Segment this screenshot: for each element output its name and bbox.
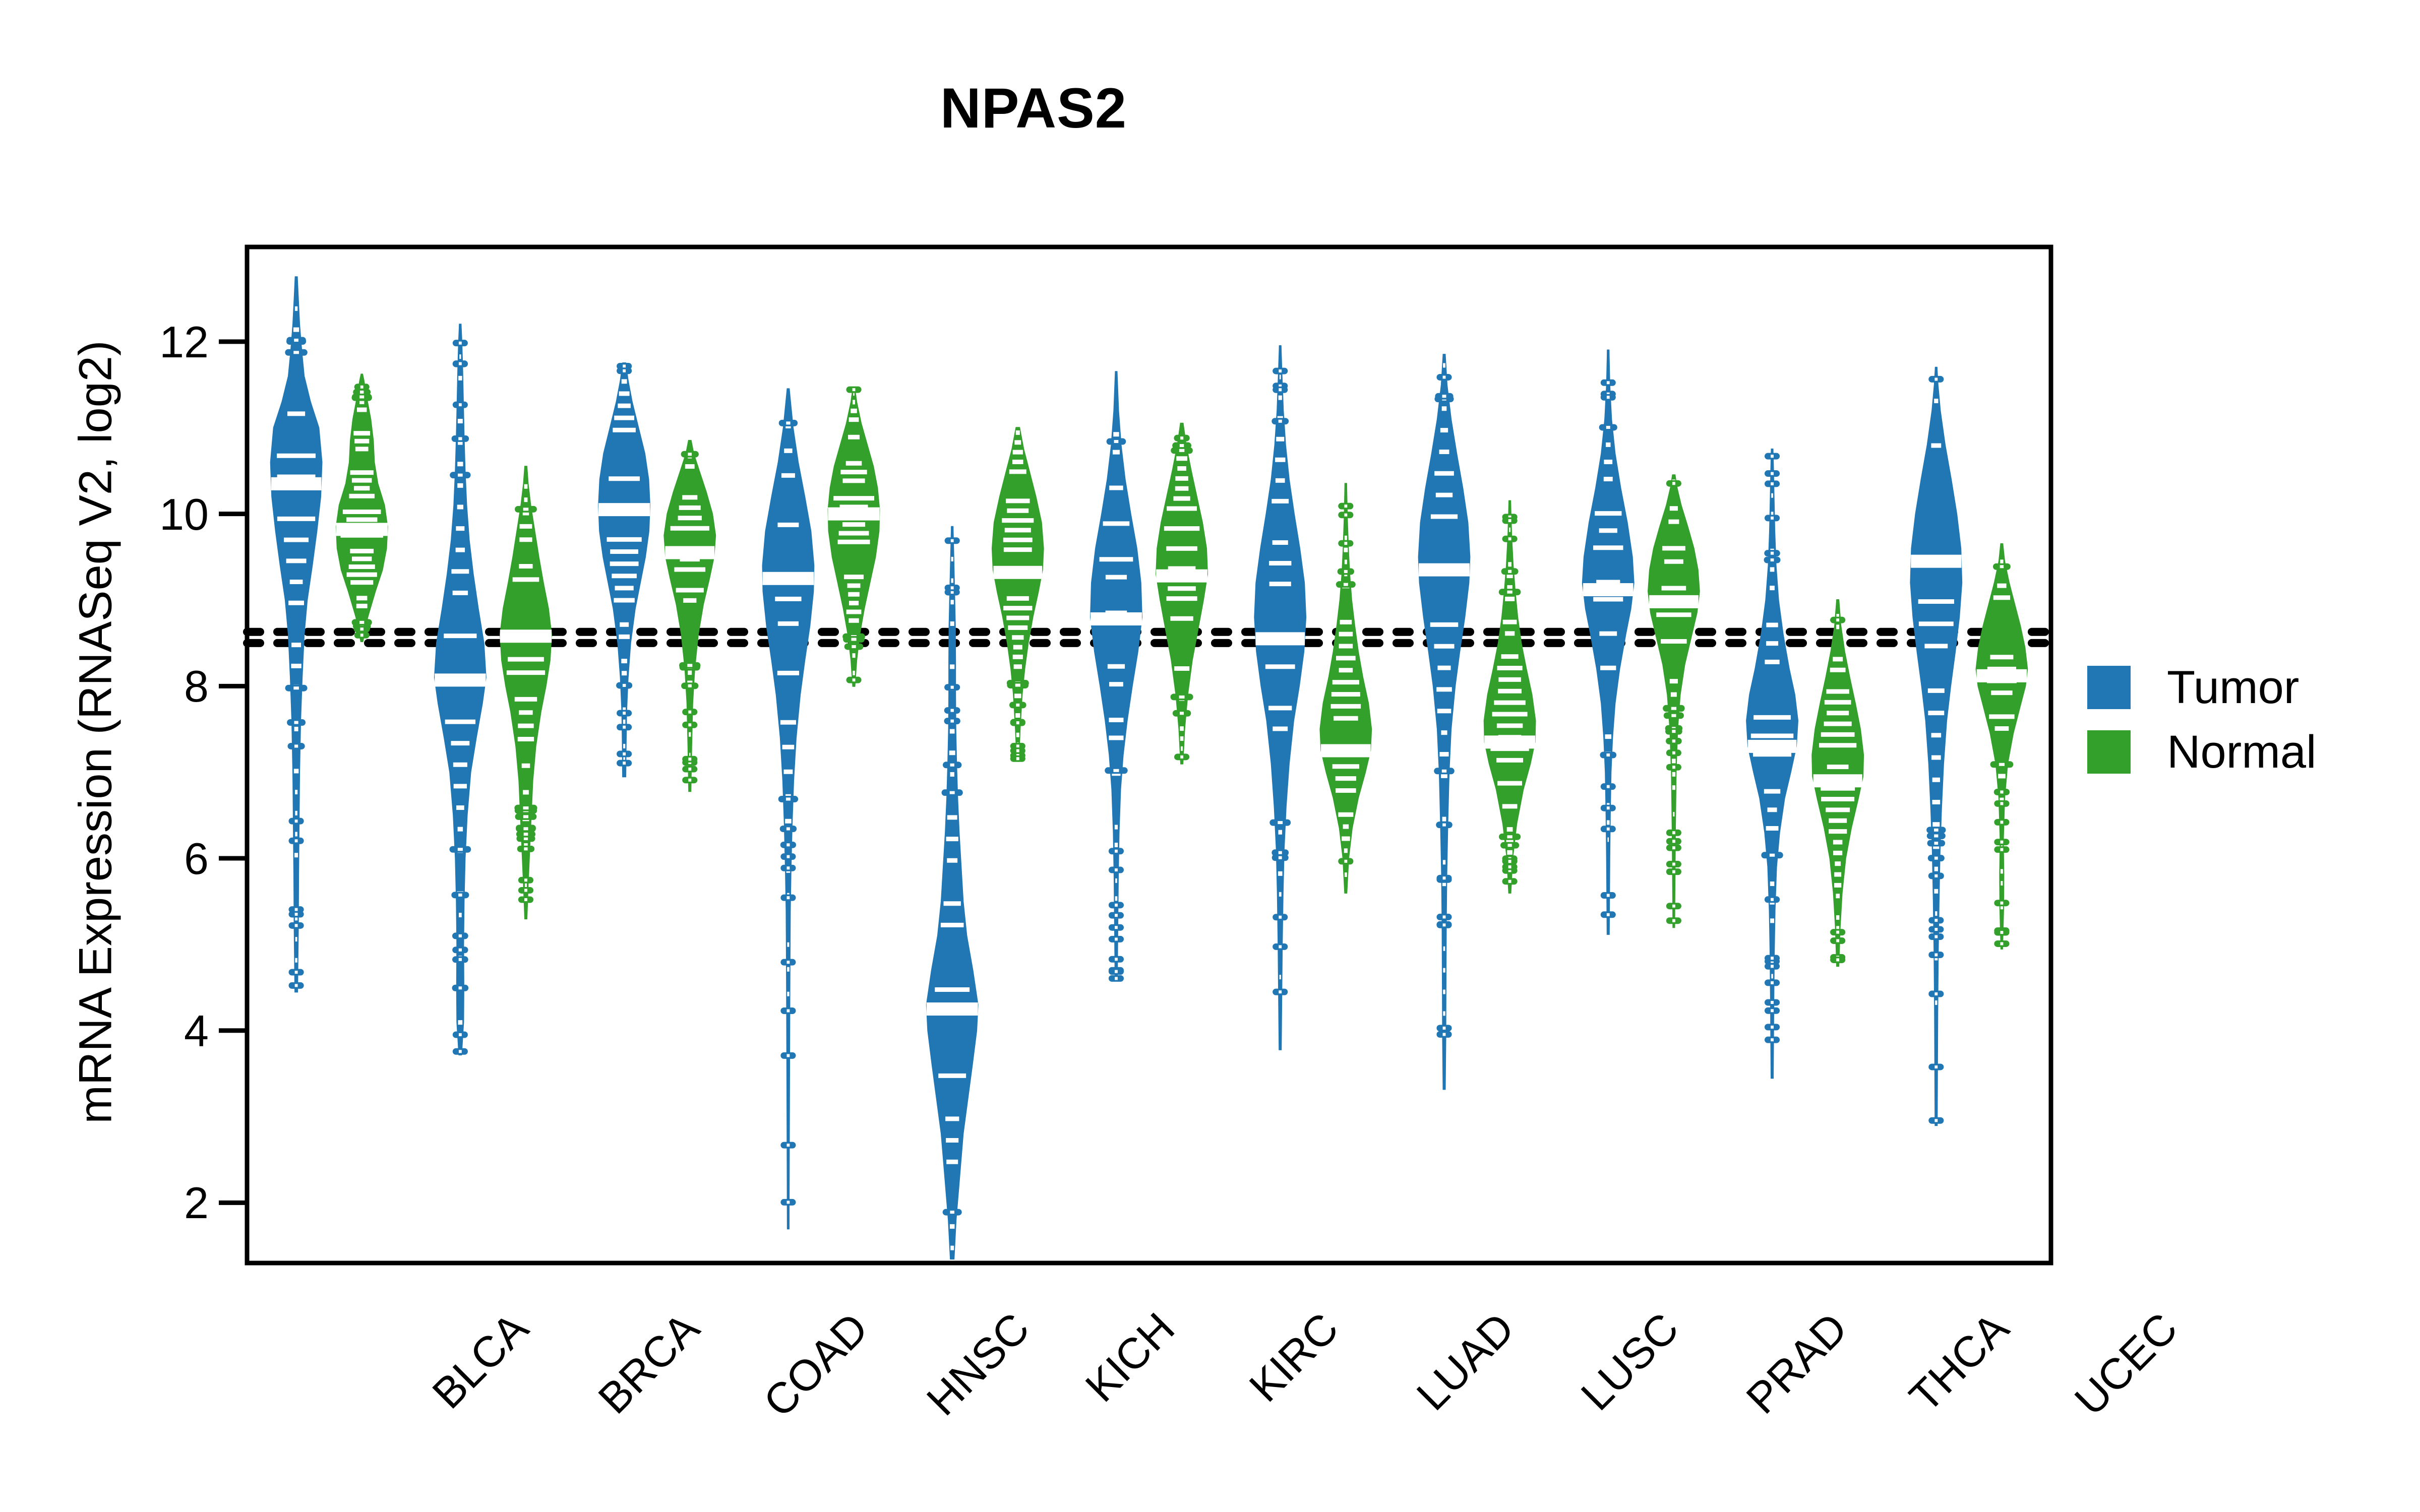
y-tick-label: 6 [184,834,209,884]
violin-Normal-PRAD[interactable] [1647,474,1700,928]
violin-Normal-COAD[interactable] [663,439,716,792]
y-tick-label: 10 [159,489,209,539]
y-tick-label: 4 [184,1005,209,1056]
violin-Normal-KICH[interactable] [991,427,1044,762]
violin-body [335,373,388,642]
legend-label: Normal [2167,726,2317,778]
chart-legend: Tumor Normal [2087,655,2316,784]
violin-Normal-BLCA[interactable] [335,373,388,642]
y-tick-label: 2 [184,1178,209,1228]
violin-body [1910,366,1963,1126]
violin-body [434,324,487,1055]
violin-body [926,526,979,1259]
legend-item-normal[interactable]: Normal [2087,720,2316,784]
violin-Tumor-KICH[interactable] [926,526,979,1259]
chart-page: NPAS2 mRNA Expression (RNASeq V2, log2) … [0,0,2420,1512]
violin-Normal-LUSC[interactable] [1483,500,1536,894]
violin-Tumor-COAD[interactable] [598,362,651,778]
violin-Tumor-LUAD[interactable] [1254,345,1307,1050]
y-tick-label: 12 [159,317,209,367]
violin-Normal-THCA[interactable] [1811,599,1864,967]
violin-Normal-BRCA[interactable] [499,466,552,920]
legend-swatch-tumor [2087,666,2131,709]
legend-label: Tumor [2167,661,2300,713]
violin-Tumor-LUSC[interactable] [1418,354,1471,1090]
violin-Tumor-UCEC[interactable] [1910,366,1963,1126]
violin-Normal-LUAD[interactable] [1319,483,1372,894]
violin-Tumor-HNSC[interactable] [762,388,815,1230]
violin-body [1975,543,2028,950]
violin-Tumor-BRCA[interactable] [434,324,487,1055]
violin-Tumor-KIRC[interactable] [1090,371,1142,982]
y-tick-label: 8 [184,661,209,712]
violin-Normal-KIRC[interactable] [1156,422,1208,765]
legend-swatch-normal [2087,730,2131,774]
legend-item-tumor[interactable]: Tumor [2087,655,2316,720]
violin-body [663,439,716,792]
violin-Tumor-THCA[interactable] [1746,449,1799,1079]
violin-plot-svg [219,244,2055,1266]
violin-body [991,427,1044,760]
violin-Normal-UCEC[interactable] [1975,543,2028,950]
violin-body [1647,474,1700,928]
violin-body [1090,371,1142,980]
violin-body [762,388,815,1230]
violin-body [1418,354,1471,1090]
